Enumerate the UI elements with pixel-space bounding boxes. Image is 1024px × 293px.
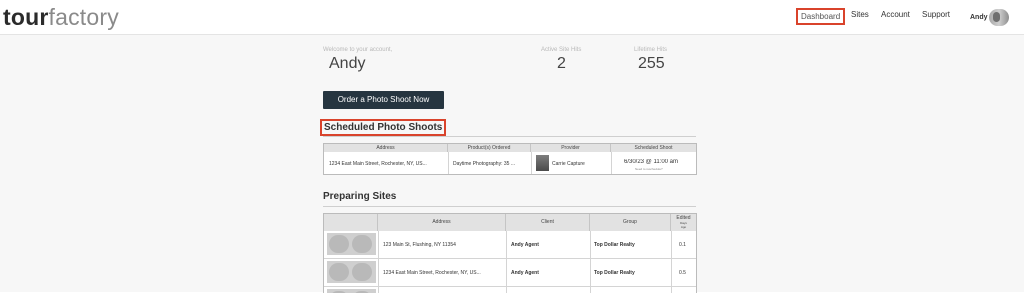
column-header-address: Address	[324, 144, 448, 152]
column-header-client: Client	[506, 214, 590, 231]
active-site-hits-label: Active Site Hits	[541, 47, 582, 53]
welcome-label: Welcome to your account,	[323, 47, 393, 53]
nav-dashboard[interactable]: Dashboard	[796, 8, 846, 25]
column-header-edited-days-ago: Edited Days Ago	[671, 214, 696, 231]
row-divider	[324, 258, 696, 259]
column-header-provider: Provider	[531, 144, 611, 152]
column-header-address: Address	[378, 214, 506, 231]
site-thumbnail[interactable]	[327, 289, 376, 293]
section-divider	[323, 206, 696, 207]
column-header-thumbnail	[324, 214, 378, 231]
logo-light-text: factory	[48, 4, 119, 30]
tourfactory-logo[interactable]: tourfactory	[3, 4, 119, 30]
scheduled-row-product: Daytime Photography: 35 ...	[453, 161, 515, 167]
nav-account[interactable]: Account	[881, 10, 910, 19]
column-divider	[506, 231, 507, 293]
column-divider	[611, 152, 612, 174]
nav-support[interactable]: Support	[922, 10, 950, 19]
preparing-row-client: Andy Agent	[511, 242, 539, 248]
column-divider	[531, 152, 532, 174]
welcome-user-name: Andy	[329, 55, 366, 72]
site-thumbnail[interactable]	[327, 261, 376, 283]
scheduled-shoots-table: Address Product(s) Ordered Provider Sche…	[323, 143, 697, 175]
row-divider	[324, 286, 696, 287]
top-nav-bar: tourfactory Dashboard Sites Account Supp…	[0, 0, 1024, 35]
preparing-row-address[interactable]: 1234 East Main Street, Rochester, NY, US…	[383, 270, 503, 276]
edited-label: Edited	[676, 215, 691, 221]
preparing-row-client: Andy Agent	[511, 270, 539, 276]
lifetime-hits-label: Lifetime Hits	[634, 47, 668, 53]
column-divider	[671, 231, 672, 293]
section-divider	[323, 136, 696, 137]
scheduled-row-address[interactable]: 1234 East Main Street, Rochester, NY, US…	[329, 161, 446, 167]
preparing-row-edited: 0.1	[679, 242, 686, 248]
column-header-products: Product(s) Ordered	[448, 144, 531, 152]
avatar[interactable]	[989, 9, 1009, 26]
order-photo-shoot-button[interactable]: Order a Photo Shoot Now	[323, 91, 444, 109]
preparing-row-address[interactable]: 123 Main St, Flushing, NY 11354	[383, 242, 456, 248]
preparing-row-group: Top Dollar Realty	[594, 242, 635, 248]
nav-sites[interactable]: Sites	[851, 10, 869, 19]
scheduled-row-shoot-time: 6/30/23 @ 11:00 am	[624, 159, 679, 165]
scheduled-row-provider: Carrie Capture	[552, 161, 585, 167]
column-divider	[378, 231, 379, 293]
logo-bold-text: tour	[3, 4, 49, 30]
site-thumbnail[interactable]	[327, 233, 376, 255]
active-site-hits-value: 2	[557, 55, 566, 72]
lifetime-hits-value: 255	[638, 55, 665, 72]
column-header-scheduled-shoot: Scheduled Shoot	[611, 144, 696, 152]
ago-label: Ago	[680, 225, 687, 229]
preparing-sites-title: Preparing Sites	[323, 191, 397, 202]
provider-photo	[536, 155, 549, 171]
scheduled-photo-shoots-title: Scheduled Photo Shoots	[320, 119, 447, 136]
preparing-row-group: Top Dollar Realty	[594, 270, 635, 276]
preparing-sites-table: Address Client Group Edited Days Ago 123…	[323, 213, 697, 293]
reschedule-link[interactable]: Need to reschedule?	[635, 167, 663, 171]
column-header-group: Group	[590, 214, 671, 231]
user-menu-name[interactable]: Andy	[970, 14, 988, 21]
preparing-row-edited: 0.5	[679, 270, 686, 276]
column-divider	[590, 231, 591, 293]
column-divider	[448, 152, 449, 174]
